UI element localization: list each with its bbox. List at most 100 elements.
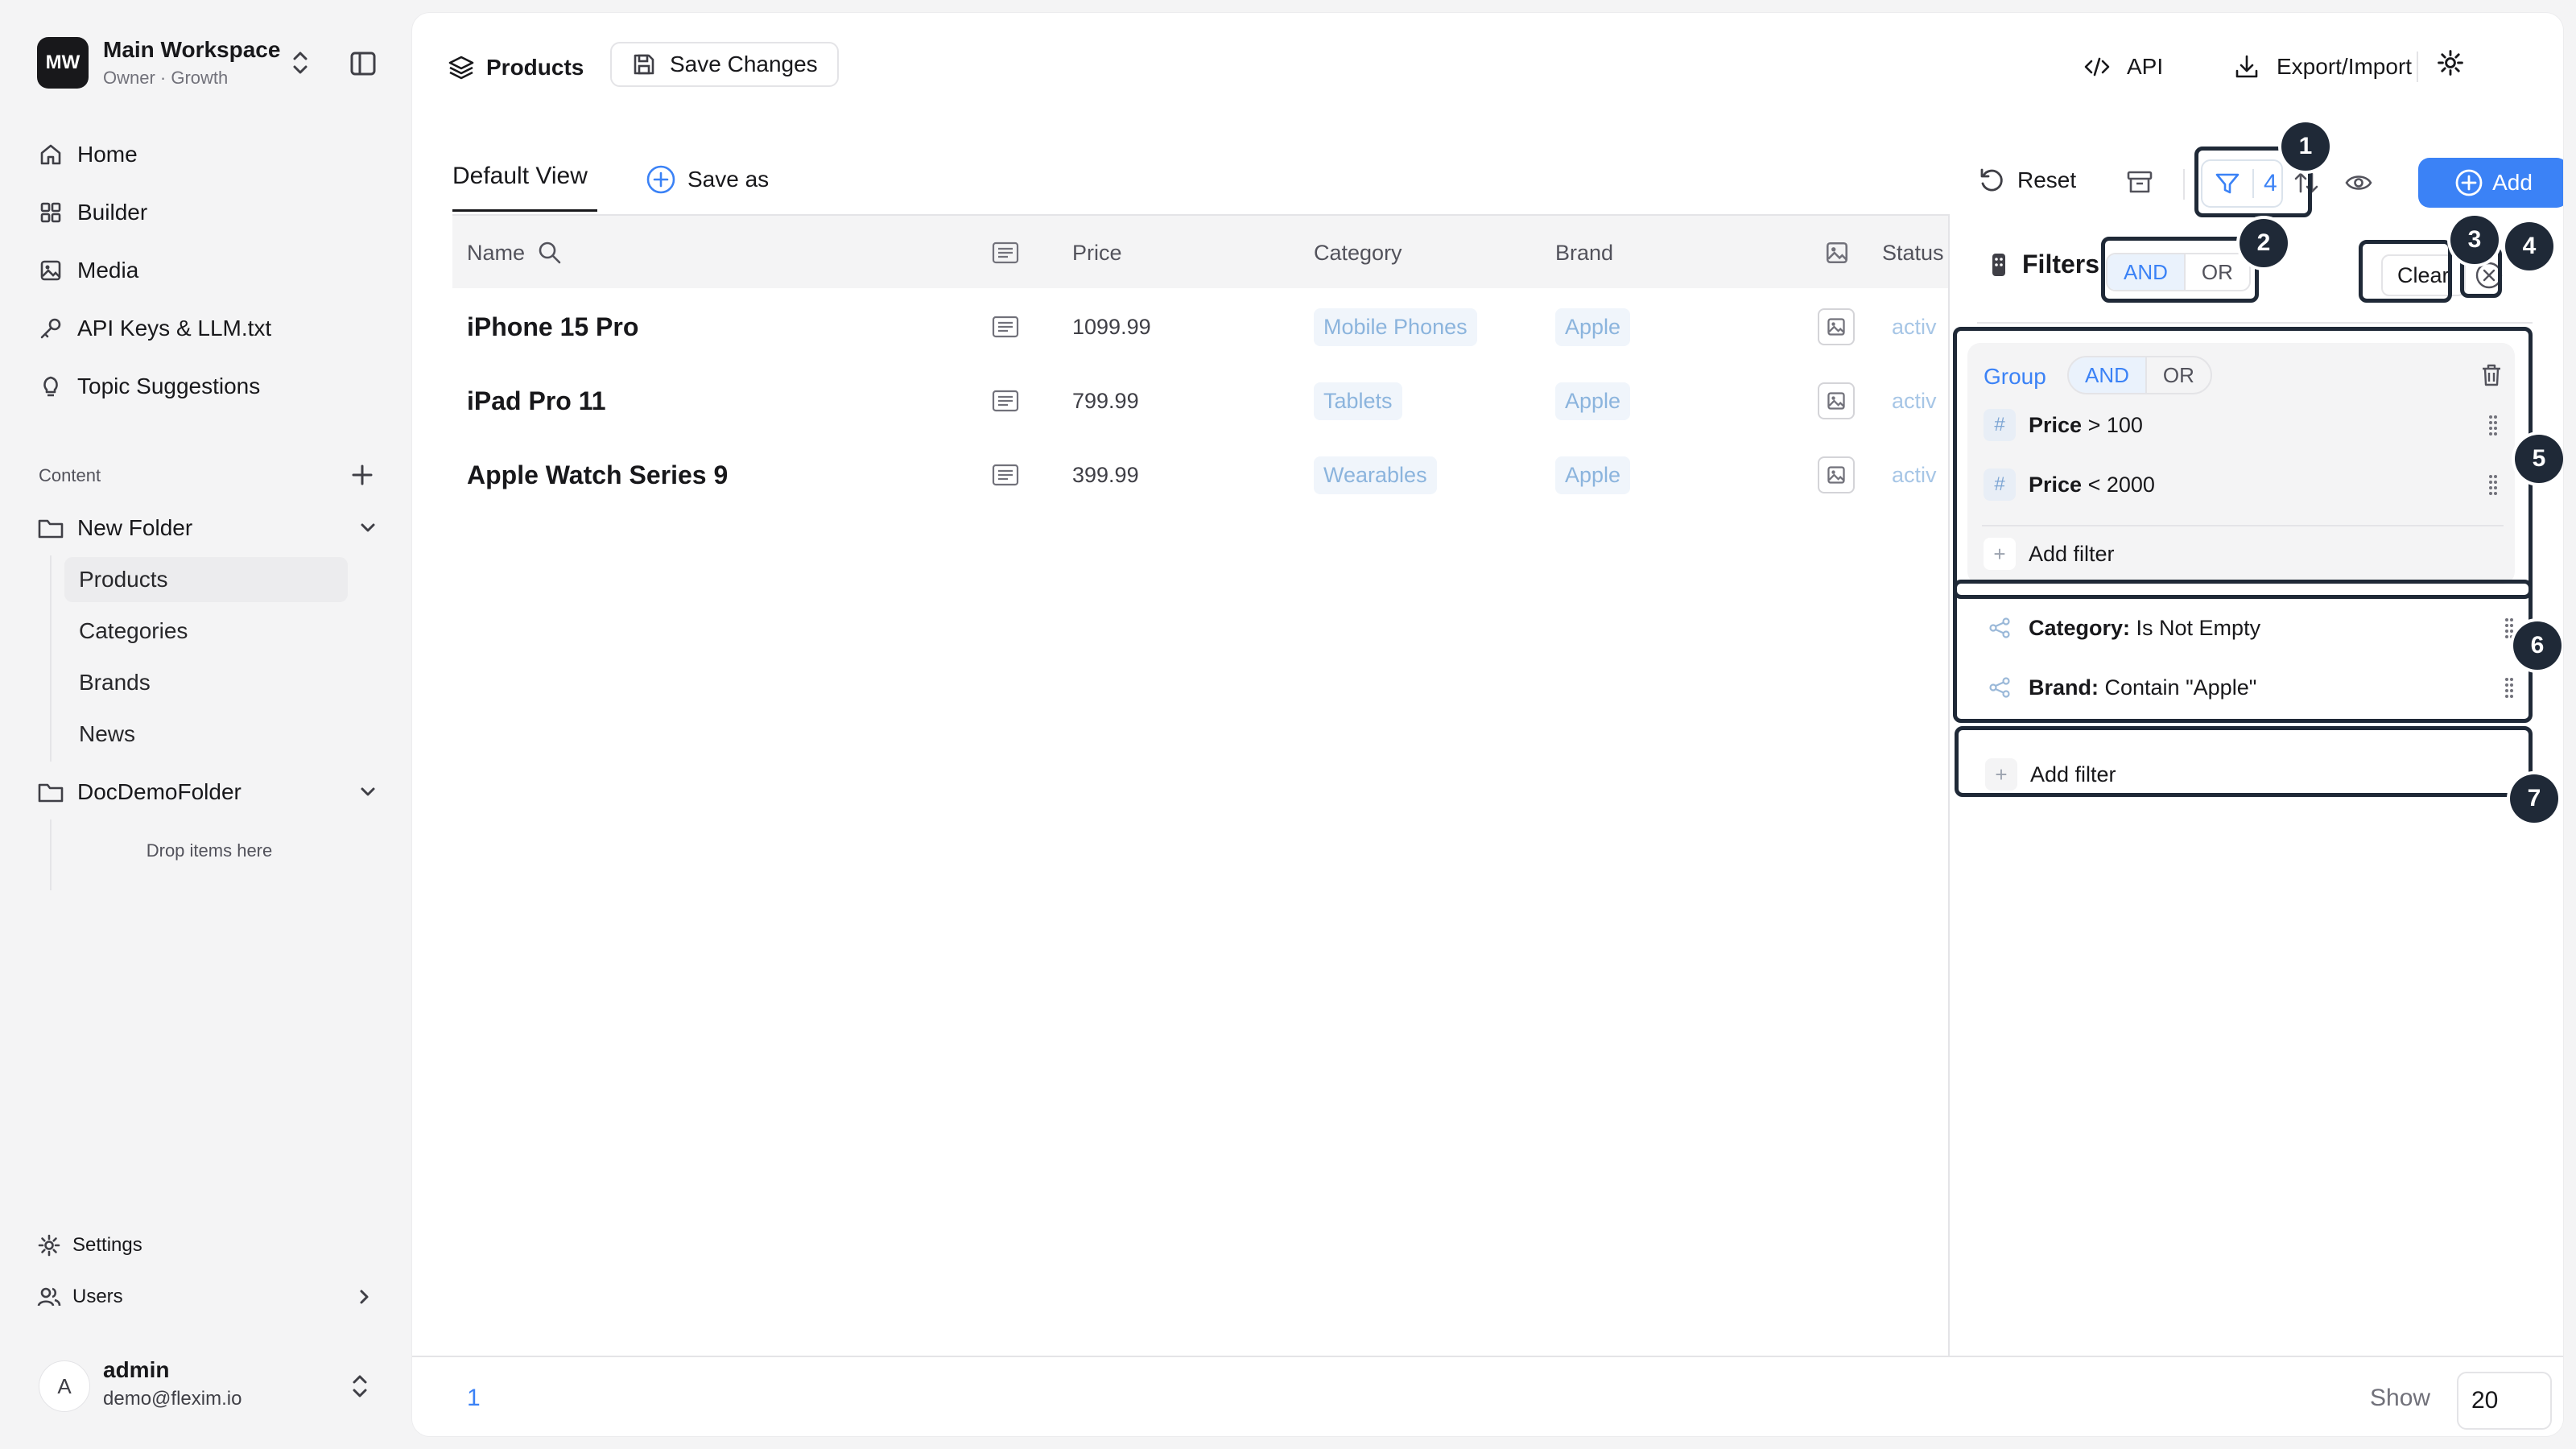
image-thumbnail-icon[interactable] [1818, 308, 1855, 345]
folder-name: DocDemoFolder [77, 779, 242, 804]
eye-icon[interactable] [2344, 171, 2373, 195]
column-header-status[interactable]: Status [1882, 216, 1944, 290]
chevrons-up-down-icon[interactable] [348, 1372, 372, 1401]
divider [2183, 169, 2185, 200]
page-size-label: Show [2370, 1385, 2431, 1411]
search-icon[interactable] [536, 239, 564, 266]
category-tag: Tablets [1314, 382, 1402, 420]
brand-tag: Apple [1555, 456, 1631, 494]
user-email: demo@flexim.io [103, 1388, 242, 1410]
save-label: Save Changes [670, 52, 818, 76]
save-changes-button[interactable]: Save Changes [610, 42, 839, 87]
lightbulb-icon [37, 373, 64, 400]
folder-item-brands[interactable]: Brands [64, 660, 348, 705]
sidebar-toggle-icon[interactable] [349, 50, 377, 77]
column-header-brand[interactable]: Brand [1555, 216, 1613, 290]
nav-home[interactable]: Home [37, 130, 375, 179]
folder-item-news[interactable]: News [64, 712, 348, 757]
sidebar: MW Main Workspace Owner · Growth Home Bu… [0, 0, 402, 1449]
api-button[interactable]: API [2083, 47, 2163, 87]
folder-item-products[interactable]: Products [64, 557, 348, 602]
cell-status: activ [1892, 314, 1937, 339]
callout-badge: 6 [2513, 621, 2562, 670]
filters-title-text: Filters [2022, 250, 2100, 279]
save-as-button[interactable]: Save as [646, 164, 769, 195]
active-tab-indicator [452, 209, 597, 212]
gear-icon[interactable] [2436, 48, 2465, 77]
plus-circle-icon [2454, 167, 2484, 198]
divider [2417, 52, 2418, 82]
reset-button[interactable]: Reset [1977, 166, 2076, 195]
callout-highlight [2359, 240, 2452, 303]
image-thumbnail-icon[interactable] [1818, 456, 1855, 493]
layers-icon [448, 54, 475, 81]
table-row[interactable]: iPad Pro 11 799.99 Tablets Apple activ [452, 364, 1951, 438]
plus-icon[interactable] [349, 462, 375, 488]
export-import-button[interactable]: Export/Import [2233, 47, 2412, 87]
folder-new-folder[interactable]: New Folder [37, 504, 380, 552]
nav-builder[interactable]: Builder [37, 188, 375, 237]
nav-topic-suggestions[interactable]: Topic Suggestions [37, 362, 375, 411]
image-column-icon [1824, 216, 1850, 290]
tab-default-view[interactable]: Default View [452, 163, 588, 201]
home-icon [37, 141, 64, 168]
cell-status: activ [1892, 462, 1937, 487]
callout-highlight [1953, 580, 2533, 723]
callout-highlight [2101, 237, 2259, 303]
column-header-price[interactable]: Price [1072, 216, 1122, 290]
folder-icon [37, 516, 64, 540]
nav-api-keys[interactable]: API Keys & LLM.txt [37, 304, 375, 353]
nav-label: Settings [72, 1234, 142, 1256]
image-thumbnail-icon[interactable] [1818, 382, 1855, 419]
text-column-icon [992, 216, 1019, 290]
tab-products[interactable]: Products [448, 45, 584, 90]
table-row[interactable]: Apple Watch Series 9 399.99 Wearables Ap… [452, 438, 1951, 512]
rotate-ccw-icon [1977, 166, 2006, 195]
column-header-category[interactable]: Category [1314, 216, 1402, 290]
avatar[interactable]: A [39, 1360, 90, 1412]
callout-highlight [1953, 327, 2533, 599]
nav-users[interactable]: Users [37, 1277, 375, 1317]
nav-media[interactable]: Media [37, 246, 375, 295]
main-panel: Products Save Changes API Export/Import … [412, 13, 2563, 1436]
column-header-name[interactable]: Name [467, 216, 564, 290]
save-as-label: Save as [687, 167, 770, 192]
nav-label: Home [77, 142, 138, 167]
folder-docdemo[interactable]: DocDemoFolder [37, 768, 380, 816]
cell-price: 1099.99 [1072, 314, 1151, 339]
page-number[interactable]: 1 [467, 1385, 481, 1412]
callout-badge: 1 [2281, 122, 2330, 171]
content-section-label: Content [39, 465, 101, 485]
workspace-name[interactable]: Main Workspace [103, 37, 280, 63]
cell-price: 799.99 [1072, 388, 1139, 413]
nav-label: Builder [77, 200, 148, 225]
drag-handle-icon [1990, 251, 2008, 279]
add-button[interactable]: Add [2418, 158, 2563, 208]
add-label: Add [2492, 170, 2533, 195]
chevron-down-icon[interactable] [356, 780, 380, 804]
brand-tag: Apple [1555, 308, 1631, 346]
nav-label: Users [72, 1286, 123, 1307]
callout-badge: 2 [2240, 219, 2288, 267]
nav-label: API Keys & LLM.txt [77, 316, 272, 341]
drop-zone-hint[interactable]: Drop items here [64, 840, 354, 861]
chevron-down-icon[interactable] [356, 516, 380, 540]
text-icon [992, 290, 1019, 364]
cell-price: 399.99 [1072, 462, 1139, 487]
chevrons-up-down-icon[interactable] [288, 48, 312, 77]
download-icon [2233, 53, 2260, 80]
page-size-input[interactable]: 20 [2457, 1372, 2552, 1430]
workspace-logo[interactable]: MW [37, 37, 89, 89]
callout-badge: 5 [2515, 435, 2563, 483]
save-icon [631, 52, 657, 77]
folder-item-categories[interactable]: Categories [64, 609, 348, 654]
tree-guide [50, 819, 52, 890]
callout-highlight [1955, 726, 2533, 797]
divider [1977, 322, 2533, 324]
table-row[interactable]: iPhone 15 Pro 1099.99 Mobile Phones Appl… [452, 290, 1951, 364]
nav-settings[interactable]: Settings [37, 1225, 375, 1265]
archive-icon[interactable] [2125, 167, 2154, 196]
users-icon [37, 1285, 61, 1309]
text-icon [992, 438, 1019, 512]
image-icon [37, 257, 64, 284]
